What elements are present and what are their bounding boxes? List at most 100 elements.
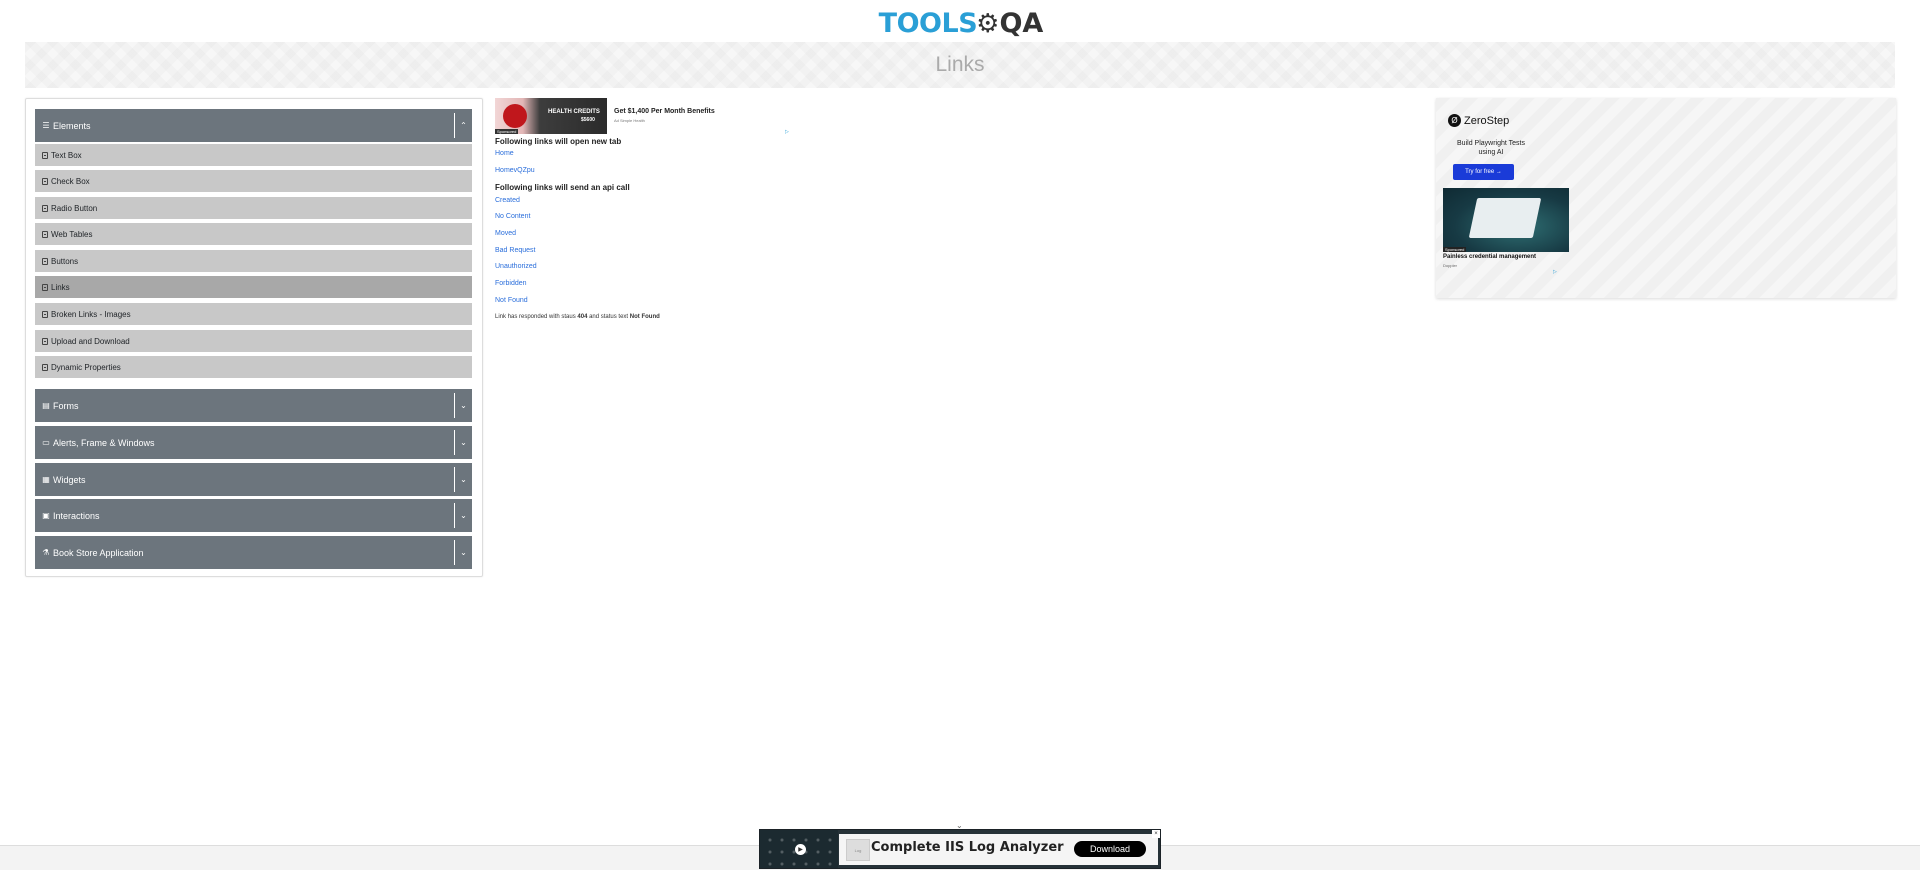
group-label: Alerts, Frame & Windows (53, 437, 155, 448)
logo-qa-text: QA (999, 7, 1044, 39)
status-text: Not Found (629, 314, 660, 320)
page-title: Links (935, 53, 985, 76)
top-ad-banner[interactable]: HEALTH CREDITS $5600 Sponsored Get $1,40… (495, 98, 801, 135)
sidebar-item-label: Upload and Download (51, 336, 130, 346)
chevron-down-icon[interactable]: ⌄ (454, 540, 472, 565)
sidebar-item-check-box[interactable]: Check Box (35, 169, 472, 192)
result-prefix: Link has responded with staus (495, 314, 576, 320)
logo-text: TOOLS (878, 7, 978, 39)
right-ad-panel[interactable]: Ø ZeroStep Build Playwright Tests using … (1436, 98, 1896, 298)
ad-source: Doppler (1443, 263, 1458, 268)
grid-icon: ▦ (42, 475, 50, 484)
item-icon (42, 337, 48, 345)
list-icon: ☰ (42, 121, 50, 130)
sponsored-label: Sponsored (1443, 247, 1467, 252)
chevron-down-icon[interactable]: ⌄ (454, 393, 472, 418)
sidebar-group-interactions[interactable]: ▣ Interactions ⌄ (35, 499, 472, 532)
interaction-icon: ▣ (42, 511, 50, 520)
sidebar-item-upload-download[interactable]: Upload and Download (35, 329, 472, 352)
item-icon (42, 204, 48, 212)
group-label: Interactions (53, 510, 100, 521)
zerostep-brand: ZeroStep (1464, 114, 1510, 127)
bottom-ad-banner[interactable]: ▶ Log Complete IIS Log Analyzer Download… (759, 829, 1161, 869)
item-icon (42, 230, 48, 238)
link-dynamic-home[interactable]: HomevQZpu (495, 167, 535, 174)
item-icon (42, 283, 48, 291)
link-created[interactable]: Created (495, 197, 520, 204)
chevron-up-icon[interactable]: ⌃ (454, 113, 472, 138)
link-unauthorized[interactable]: Unauthorized (495, 263, 537, 270)
item-icon (42, 310, 48, 318)
ad-image[interactable]: Sponsored (1443, 188, 1569, 252)
sidebar-group-alerts[interactable]: ▭ Alerts, Frame & Windows ⌄ (35, 426, 472, 459)
page-title-banner: Links (25, 42, 1895, 88)
ad-image-label: HEALTH CREDITS (548, 109, 600, 115)
sidebar-item-label: Check Box (51, 176, 90, 186)
ad-source: Ad Simple Health (614, 118, 645, 123)
sidebar-item-label: Dynamic Properties (51, 362, 121, 372)
form-icon: ▤ (42, 401, 50, 410)
sponsored-label: Sponsored (495, 129, 519, 134)
sidebar-item-dynamic-properties[interactable]: Dynamic Properties (35, 355, 472, 378)
result-mid: and status text (589, 314, 629, 320)
play-icon[interactable]: ▶ (795, 844, 806, 855)
toolsqa-logo[interactable]: TOOLS ⚙ QA (879, 6, 1044, 40)
link-home[interactable]: Home (495, 150, 514, 157)
download-button[interactable]: Download (1074, 841, 1146, 857)
ad-text[interactable]: Complete IIS Log Analyzer (871, 840, 1064, 855)
chevron-down-icon[interactable]: ⌄ (454, 430, 472, 455)
chevron-down-icon[interactable]: ⌄ (454, 467, 472, 492)
zerostep-logo[interactable]: Ø ZeroStep (1448, 114, 1509, 127)
sidebar-item-label: Radio Button (51, 203, 98, 213)
status-code: 404 (577, 314, 588, 320)
api-heading: Following links will send an api call (495, 183, 630, 192)
link-not-found[interactable]: Not Found (495, 297, 528, 304)
item-icon (42, 257, 48, 265)
group-label: Widgets (53, 474, 86, 485)
laptop-illustration (1468, 198, 1542, 238)
sidebar-item-label: Buttons (51, 256, 79, 266)
window-icon: ▭ (42, 438, 50, 447)
link-no-content[interactable]: No Content (495, 213, 530, 220)
sidebar-group-widgets[interactable]: ▦ Widgets ⌄ (35, 463, 472, 496)
sidebar-item-radio-button[interactable]: Radio Button (35, 196, 472, 219)
sidebar-item-broken-links[interactable]: Broken Links - Images (35, 302, 472, 325)
group-label: Elements (53, 120, 91, 131)
sidebar-item-text-box[interactable]: Text Box (35, 143, 472, 166)
sidebar-group-book-store[interactable]: ⚗ Book Store Application ⌄ (35, 536, 472, 569)
link-moved[interactable]: Moved (495, 230, 516, 237)
group-label: Forms (53, 400, 79, 411)
sidebar-item-label: Links (51, 282, 70, 292)
item-icon (42, 177, 48, 185)
link-forbidden[interactable]: Forbidden (495, 280, 527, 287)
new-tab-heading: Following links will open new tab (495, 137, 622, 146)
sidebar-item-links[interactable]: Links (35, 275, 472, 298)
sidebar-item-buttons[interactable]: Buttons (35, 249, 472, 272)
sidebar-item-label: Web Tables (51, 229, 93, 239)
group-label: Book Store Application (53, 547, 144, 558)
sidebar-group-elements[interactable]: ☰ Elements ⌃ (35, 109, 472, 142)
ad-image[interactable]: HEALTH CREDITS $5600 Sponsored (495, 98, 607, 134)
ad-choices-icon[interactable]: ▷ (1553, 269, 1557, 275)
sidebar: ☰ Elements ⌃ Text Box Check Box Radio Bu… (25, 98, 483, 577)
item-icon (42, 363, 48, 371)
link-bad-request[interactable]: Bad Request (495, 247, 535, 254)
sidebar-group-forms[interactable]: ▤ Forms ⌄ (35, 389, 472, 422)
ad-thumbnail: Log (846, 839, 870, 861)
try-for-free-button[interactable]: Try for free → (1453, 164, 1514, 180)
ad-image-amount: $5600 (581, 117, 595, 123)
gear-icon: ⚙ (976, 7, 1000, 38)
link-response-message: Link has responded with staus 404 and st… (495, 314, 660, 320)
sidebar-item-web-tables[interactable]: Web Tables (35, 222, 472, 245)
book-icon: ⚗ (42, 548, 50, 557)
ad-caption[interactable]: Painless credential management (1443, 254, 1536, 260)
ad-headline[interactable]: Get $1,400 Per Month Benefits (614, 108, 715, 115)
sidebar-item-label: Broken Links - Images (51, 309, 131, 319)
ad-choices-icon[interactable]: ▷ (785, 129, 789, 135)
ad-tagline: Build Playwright Tests using AI (1457, 140, 1525, 156)
zerostep-mark-icon: Ø (1448, 114, 1461, 127)
item-icon (42, 151, 48, 159)
close-icon[interactable]: × (1152, 830, 1160, 838)
chevron-down-icon[interactable]: ⌄ (454, 503, 472, 528)
sidebar-item-label: Text Box (51, 150, 82, 160)
